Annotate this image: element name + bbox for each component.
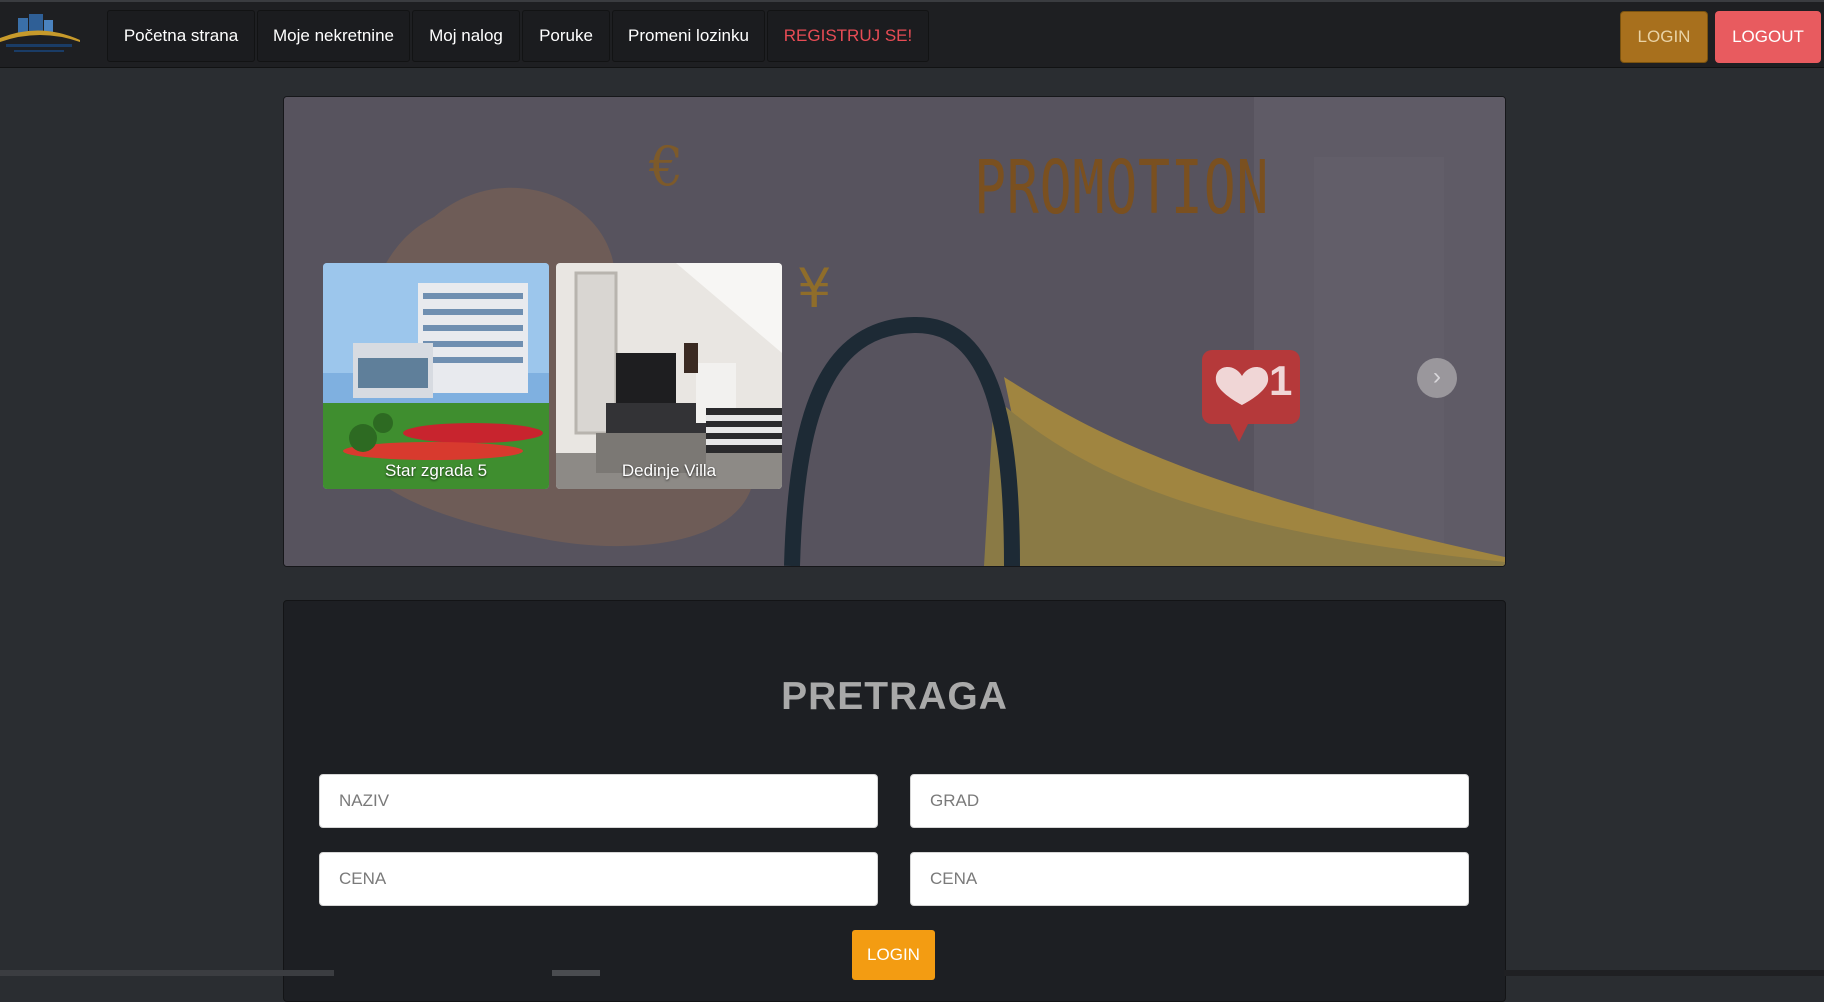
grad-input[interactable]: [910, 774, 1469, 828]
top-navbar: Početna strana Moje nekretnine Moj nalog…: [0, 0, 1824, 68]
promotion-banner-text: PROMOTION: [974, 145, 1270, 231]
nav-link-poruke[interactable]: Poruke: [522, 10, 610, 62]
nav-link-pocetna[interactable]: Početna strana: [107, 10, 255, 62]
bottom-edge-strip: [1504, 970, 1824, 976]
nav-link-promeni-lozinku[interactable]: Promeni lozinku: [612, 10, 765, 62]
bottom-scroll-track: [0, 970, 334, 976]
logout-button[interactable]: LOGOUT: [1715, 11, 1821, 63]
yen-symbol: ¥: [797, 257, 832, 320]
bottom-scroll-thumb[interactable]: [552, 970, 600, 976]
search-panel: PRETRAGA LOGIN: [283, 600, 1506, 1002]
login-button[interactable]: LOGIN: [1620, 11, 1708, 63]
chevron-right-icon: ›: [1433, 363, 1441, 390]
naziv-input[interactable]: [319, 774, 878, 828]
euro-symbol: €: [649, 135, 684, 198]
search-submit-button[interactable]: LOGIN: [852, 930, 935, 980]
carousel-next-button[interactable]: ›: [1417, 358, 1457, 398]
nav-link-registruj[interactable]: REGISTRUJ SE!: [767, 10, 929, 62]
cena-max-input[interactable]: [910, 852, 1469, 906]
property-photo: [323, 263, 549, 489]
badge-count: 1: [1269, 357, 1293, 404]
search-title: PRETRAGA: [781, 675, 1008, 718]
nav-link-moje-nekretnine[interactable]: Moje nekretnine: [257, 10, 410, 62]
property-card-dedinje-villa[interactable]: Dedinje Villa: [556, 263, 782, 489]
company-logo[interactable]: [0, 12, 82, 58]
nav-link-moj-nalog[interactable]: Moj nalog: [412, 10, 520, 62]
property-card-caption: Star zgrada 5: [384, 461, 488, 480]
property-photo: [556, 263, 782, 489]
property-card-caption: Dedinje Villa: [621, 461, 717, 480]
main-nav-links: Početna strana Moje nekretnine Moj nalog…: [107, 10, 931, 62]
promotion-carousel: € ¥ PROMOTION 1 Star zgrada 5 Dedinje Vi…: [283, 96, 1506, 567]
cena-min-input[interactable]: [319, 852, 878, 906]
property-card-star-zgrada[interactable]: Star zgrada 5: [323, 263, 549, 489]
